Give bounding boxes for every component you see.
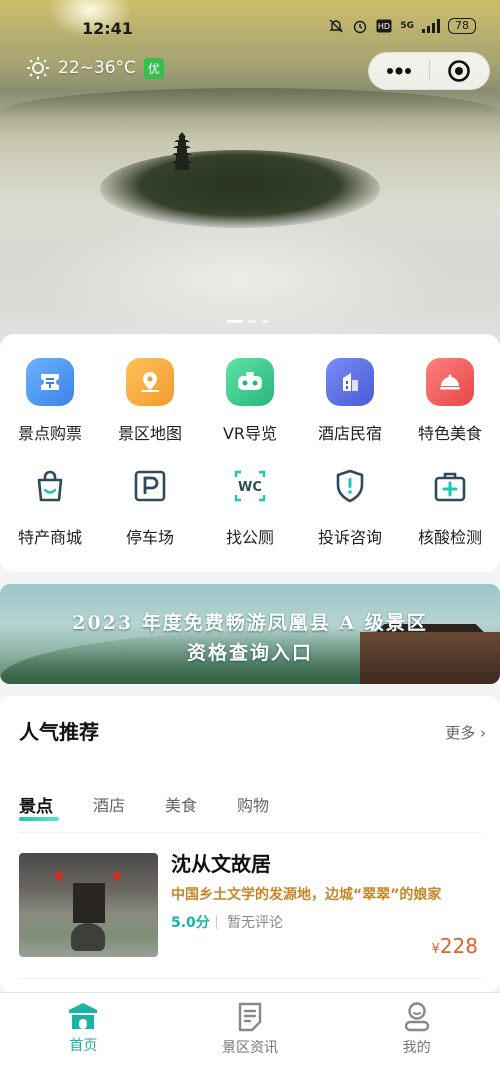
item-score: 5.0分	[171, 915, 210, 931]
item-thumbnail	[19, 853, 158, 957]
service-shop[interactable]: 特产商城	[0, 462, 100, 566]
miniprogram-capsule	[368, 52, 490, 90]
close-button[interactable]	[429, 53, 489, 89]
promo-banner[interactable]: 2023 年度免费畅游凤凰县 A 级景区 资格查询入口	[0, 584, 500, 684]
status-bar: 12:41 HD 5G 78	[0, 0, 500, 56]
lantern-image	[113, 871, 121, 881]
pagoda-image	[171, 132, 193, 170]
status-time: 12:41	[82, 19, 133, 38]
service-label: 核酸检测	[417, 528, 482, 547]
system-icons: HD 5G 78	[328, 18, 476, 34]
bottom-nav: 首页 景区资讯 我的	[0, 992, 500, 1069]
hotel-icon	[326, 358, 374, 406]
air-quality-badge: 优	[143, 57, 164, 79]
vat-image	[71, 923, 105, 951]
category-tabs: 景点 酒店 美食 购物	[19, 792, 309, 821]
service-vr[interactable]: VR导览	[200, 358, 300, 462]
tab-scenic[interactable]: 景点	[19, 792, 59, 821]
hd-icon: HD	[376, 19, 392, 33]
mute-bell-icon	[329, 19, 344, 33]
carousel-dot[interactable]	[227, 320, 243, 323]
service-label: 特产商城	[17, 528, 82, 547]
price-value: 228	[439, 934, 478, 958]
shopping-bag-icon	[26, 462, 74, 510]
service-parking[interactable]: 停车场	[100, 462, 200, 566]
map-pin-icon	[126, 358, 174, 406]
temperature-text: 22~36°C	[58, 58, 136, 78]
currency-symbol: ¥	[431, 942, 440, 957]
service-complaint[interactable]: 投诉咨询	[300, 462, 400, 566]
hero-mist	[0, 210, 500, 350]
nav-home[interactable]: 首页	[0, 993, 167, 1069]
nav-label: 首页	[69, 1038, 98, 1054]
lantern-image	[55, 871, 63, 881]
nav-news[interactable]: 景区资讯	[167, 993, 334, 1069]
tab-shopping[interactable]: 购物	[237, 792, 269, 817]
doorway-image	[73, 883, 105, 923]
app-root: 12:41 HD 5G 78 22~36°C 优 景点购票 景区地图 VR导览 …	[0, 0, 500, 1069]
item-description: 中国乡土文学的发源地，边城“翠翠”的娘家	[171, 887, 442, 903]
item-name: 沈从文故居	[171, 852, 271, 876]
service-hotel[interactable]: 酒店民宿	[300, 358, 400, 462]
service-label: 投诉咨询	[317, 528, 382, 547]
more-link[interactable]: 更多 ›	[445, 722, 486, 743]
services-grid: 景点购票 景区地图 VR导览 酒店民宿 特色美食 特产商城 停车场 WC 找公厕…	[0, 334, 500, 566]
tab-food[interactable]: 美食	[165, 792, 197, 817]
service-nucleic-test[interactable]: 核酸检测	[400, 462, 500, 566]
service-toilet[interactable]: WC 找公厕	[200, 462, 300, 566]
battery-icon: 78	[448, 18, 476, 34]
shield-alert-icon	[326, 462, 374, 510]
parking-icon	[126, 462, 174, 510]
user-icon	[404, 1002, 429, 1032]
item-reviews: 暂无评论	[227, 915, 283, 931]
chevron-right-icon: ›	[480, 724, 486, 742]
more-button[interactable]	[369, 53, 429, 89]
wc-icon: WC	[226, 462, 274, 510]
service-map[interactable]: 景区地图	[100, 358, 200, 462]
score-divider	[216, 915, 217, 929]
section-title: 人气推荐	[19, 720, 99, 744]
home-icon	[69, 1003, 98, 1029]
food-cloche-icon	[426, 358, 474, 406]
carousel-indicator[interactable]	[227, 320, 269, 323]
nav-label: 我的	[402, 1040, 431, 1056]
signal-icon	[422, 19, 440, 33]
more-link-label: 更多	[445, 724, 476, 742]
service-ticket[interactable]: 景点购票	[0, 358, 100, 462]
banner-line-2: 资格查询入口	[186, 642, 313, 664]
nav-label: 景区资讯	[222, 1040, 278, 1056]
service-label: 景区地图	[117, 424, 182, 443]
service-label: 景点购票	[17, 424, 82, 443]
service-food[interactable]: 特色美食	[400, 358, 500, 462]
nav-profile[interactable]: 我的	[333, 993, 500, 1069]
service-label: 找公厕	[225, 528, 274, 547]
weather-widget[interactable]: 22~36°C 优	[26, 56, 164, 80]
tab-hotel[interactable]: 酒店	[93, 792, 125, 817]
vr-headset-icon	[226, 358, 274, 406]
svg-text:WC: WC	[238, 480, 262, 495]
svg-text:HD: HD	[378, 22, 390, 31]
network-type: 5G	[400, 21, 414, 31]
alarm-icon	[354, 20, 367, 34]
banner-line-1: 2023 年度免费畅游凤凰县 A 级景区	[72, 612, 428, 634]
carousel-dot[interactable]	[248, 320, 256, 323]
sun-icon	[27, 57, 49, 79]
service-label: 酒店民宿	[317, 424, 382, 443]
service-label: VR导览	[222, 424, 278, 443]
service-label: 停车场	[125, 528, 174, 547]
more-dots-icon	[386, 67, 411, 75]
carousel-dot[interactable]	[261, 320, 269, 323]
item-divider	[19, 978, 481, 979]
recommend-section: 人气推荐 更多 › 景点 酒店 美食 购物 沈从文故居 中国乡土文学的发源地，边…	[0, 696, 500, 992]
item-price: ¥228	[432, 934, 478, 958]
news-icon	[238, 1002, 262, 1032]
hero-ridge	[0, 88, 500, 118]
ticket-icon	[26, 358, 74, 406]
tabs-divider	[19, 832, 481, 833]
service-label: 特色美食	[417, 424, 482, 443]
medical-kit-icon	[426, 462, 474, 510]
services-card: 景点购票 景区地图 VR导览 酒店民宿 特色美食 特产商城 停车场 WC 找公厕…	[0, 334, 500, 572]
target-circle-icon	[448, 60, 471, 82]
